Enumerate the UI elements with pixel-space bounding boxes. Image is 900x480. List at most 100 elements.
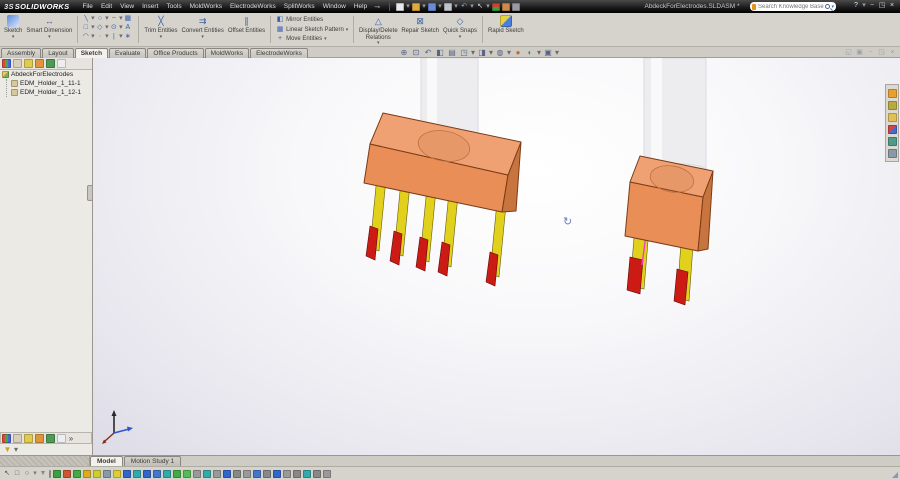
electrode-holder-right[interactable] xyxy=(625,156,713,251)
tab-sketch[interactable]: Sketch xyxy=(75,48,108,58)
tab-electrodeworks[interactable]: ElectrodeWorks xyxy=(250,48,308,58)
dropdown-caret[interactable]: ▾ xyxy=(119,33,123,41)
tree-item-row[interactable]: EDM_Holder_1_12-1 xyxy=(9,88,92,97)
featuremanager-tree-icon[interactable] xyxy=(2,59,11,68)
menu-electrodeworks[interactable]: ElectrodeWorks xyxy=(226,3,280,10)
doc-tile-icon[interactable]: ▣ xyxy=(855,48,864,57)
dropdown-caret[interactable]: ▾ xyxy=(91,24,95,32)
menu-splitworks[interactable]: SplitWorks xyxy=(280,3,319,10)
centerline-quick-icon[interactable] xyxy=(263,470,271,478)
mirror-entities-button[interactable]: ◧ Mirror Entities xyxy=(276,16,348,24)
trim-caret[interactable]: ▾ xyxy=(160,35,163,39)
dropdown-caret[interactable]: ▾ xyxy=(14,445,18,454)
dropdown-caret[interactable]: ▾ xyxy=(33,470,37,478)
tab-model[interactable]: Model xyxy=(90,456,123,466)
design-library-icon[interactable] xyxy=(888,101,897,110)
hidden-tree-items-icon[interactable] xyxy=(57,59,66,68)
dropdown-caret[interactable]: ▾ xyxy=(438,3,442,11)
polygon-tool-icon[interactable]: ◇ xyxy=(96,24,104,32)
tab-office-products[interactable]: Office Products xyxy=(147,48,203,58)
linear-pattern-caret[interactable]: ▾ xyxy=(346,28,349,32)
move-entities-button[interactable]: + Move Entities ▾ xyxy=(276,35,348,43)
apply-scene-icon[interactable]: ◐ xyxy=(525,48,535,57)
point-tool-icon[interactable]: · xyxy=(96,33,104,41)
hidden-tree-items-icon[interactable] xyxy=(57,434,66,443)
dropdown-caret[interactable]: ▾ xyxy=(105,33,109,41)
print-icon[interactable] xyxy=(444,3,452,11)
line-tool-icon[interactable]: ╲ xyxy=(82,15,90,23)
zoom-to-fit-icon[interactable]: ⊕ xyxy=(399,48,409,57)
dropdown-caret[interactable]: ▾ xyxy=(91,33,95,41)
pin-menu-icon[interactable]: ⊸ xyxy=(374,3,380,11)
dropdown-caret[interactable]: ▾ xyxy=(406,3,410,11)
featuremanager-tree-icon[interactable] xyxy=(2,434,11,443)
repair-sketch-button[interactable]: ⊠ Repair Sketch xyxy=(399,14,441,45)
trim-quick-icon[interactable] xyxy=(293,470,301,478)
undo-icon[interactable]: ↶ xyxy=(460,3,468,11)
dropdown-caret[interactable]: ▾ xyxy=(486,3,490,11)
convert-entities-button[interactable]: ⇉ Convert Entities ▾ xyxy=(179,14,225,45)
text-quick-icon[interactable] xyxy=(273,470,281,478)
quick-snaps-button[interactable]: ◇ Quick Snaps ▾ xyxy=(441,14,479,45)
dropdown-caret[interactable]: ▾ xyxy=(507,48,511,57)
sketch-picture-icon[interactable]: ▦ xyxy=(124,15,132,23)
ellipse-tool-icon[interactable]: ⊙ xyxy=(110,24,118,32)
offset-quick-icon[interactable] xyxy=(313,470,321,478)
rectangle-quick-icon[interactable] xyxy=(223,470,231,478)
move-entities-caret[interactable]: ▾ xyxy=(324,37,327,41)
point-quick-icon[interactable] xyxy=(253,470,261,478)
text-tool-icon[interactable]: A xyxy=(124,24,132,32)
tangent-snap-icon[interactable] xyxy=(113,470,121,478)
section-view-icon[interactable]: ◧ xyxy=(435,48,445,57)
display-delete-relations-button[interactable]: △ Display/Delete Relations ▾ xyxy=(357,14,399,45)
midpoint-snap-icon[interactable] xyxy=(73,470,81,478)
linear-sketch-pattern-button[interactable]: ▦ Linear Sketch Pattern ▾ xyxy=(276,26,348,34)
center-snap-icon[interactable] xyxy=(63,470,71,478)
smart-dimension-button[interactable]: ↔ Smart Dimension ▾ xyxy=(24,14,74,45)
offset-entities-button[interactable]: ∥ Offset Entities xyxy=(226,14,267,45)
spline-tool-icon[interactable]: ~ xyxy=(110,15,118,23)
sketch-button[interactable]: Sketch ▾ xyxy=(2,14,24,45)
menu-view[interactable]: View xyxy=(116,3,138,10)
view-orientation-icon[interactable]: ◳ xyxy=(459,48,469,57)
overflow-icon[interactable]: » xyxy=(68,434,74,443)
edit-color-icon[interactable] xyxy=(502,3,510,11)
dropdown-caret[interactable]: ▾ xyxy=(537,48,541,57)
smart-dimension-caret[interactable]: ▾ xyxy=(48,35,51,39)
dropdown-caret[interactable]: ▾ xyxy=(471,48,475,57)
tree-item-row[interactable]: EDM_Holder_1_11-1 xyxy=(9,79,92,88)
configurationmanager-icon[interactable] xyxy=(24,434,33,443)
parallel-snap-icon[interactable] xyxy=(133,470,141,478)
propertymanager-icon[interactable] xyxy=(13,59,22,68)
doc-cascade-icon[interactable]: ◱ xyxy=(844,48,853,57)
menu-file[interactable]: File xyxy=(78,3,96,10)
circle-quick-icon[interactable] xyxy=(203,470,211,478)
smart-sketch-icon[interactable]: ∗ xyxy=(124,33,132,41)
hide-show-items-icon[interactable]: ◍ xyxy=(495,48,505,57)
menu-tools[interactable]: Tools xyxy=(162,3,185,10)
propertymanager-icon[interactable] xyxy=(13,434,22,443)
appearances-scenes-icon[interactable] xyxy=(888,137,897,146)
tab-layout[interactable]: Layout xyxy=(42,48,74,58)
tab-scroll-area[interactable] xyxy=(0,456,90,466)
view-settings-icon[interactable]: ▣ xyxy=(543,48,553,57)
displaymanager-icon[interactable] xyxy=(46,59,55,68)
sketch-caret[interactable]: ▾ xyxy=(12,35,15,39)
dropdown-caret[interactable]: ▾ xyxy=(105,24,109,32)
open-folder-icon[interactable] xyxy=(412,3,420,11)
displaymanager-icon[interactable] xyxy=(46,434,55,443)
dropdown-caret[interactable]: ▾ xyxy=(470,3,474,11)
length-snap-icon[interactable] xyxy=(163,470,171,478)
spline-quick-icon[interactable] xyxy=(243,470,251,478)
view-palette-icon[interactable] xyxy=(888,125,897,134)
circle-tool-icon[interactable]: ○ xyxy=(96,15,104,23)
mirror-quick-icon[interactable] xyxy=(323,470,331,478)
display-delete-caret[interactable]: ▾ xyxy=(377,41,380,45)
vertical-snap-icon[interactable] xyxy=(153,470,161,478)
intersection-snap-icon[interactable] xyxy=(93,470,101,478)
arc-tool-icon[interactable]: ◠ xyxy=(82,33,90,41)
perpendicular-snap-icon[interactable] xyxy=(123,470,131,478)
annotation-view-icon[interactable]: ▤ xyxy=(447,48,457,57)
tab-motion-study[interactable]: Motion Study 1 xyxy=(124,456,181,466)
custom-properties-icon[interactable] xyxy=(888,149,897,158)
